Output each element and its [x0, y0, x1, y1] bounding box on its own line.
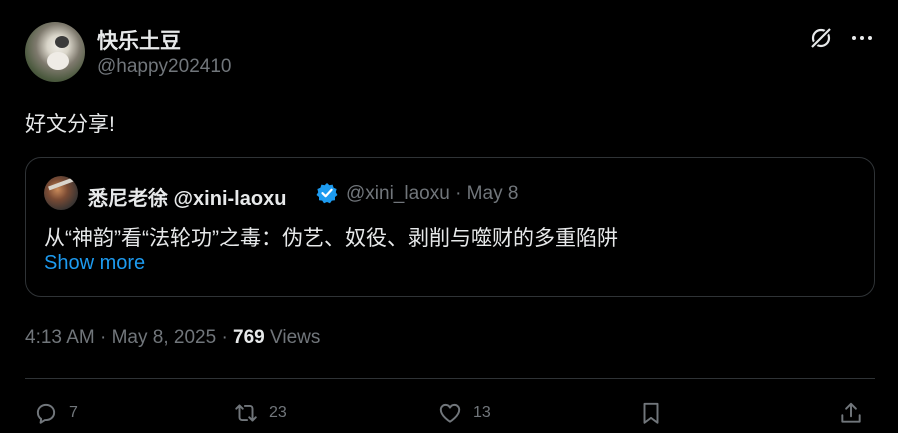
post-timestamp[interactable]: 4:13 AM · May 8, 2025 · [25, 327, 233, 348]
post-text: 好文分享! [25, 113, 115, 136]
share-icon [841, 402, 861, 423]
avatar-detail [47, 52, 69, 70]
divider [25, 378, 875, 379]
post-metadata: 4:13 AM · May 8, 2025 · 769 Views [25, 327, 320, 349]
quoted-post-card[interactable]: 悉尼老徐 @xini-laoxu @xini_laoxu · May 8 从“神… [25, 157, 875, 297]
quoted-handle-date: @xini_laoxu · May 8 [346, 183, 519, 204]
like-count: 13 [473, 404, 491, 421]
reply-icon [36, 403, 56, 424]
reply-count: 7 [69, 404, 78, 421]
verified-badge-icon [316, 183, 338, 204]
repost-count: 23 [269, 404, 287, 421]
more-icon[interactable] [850, 26, 874, 50]
avatar-detail [48, 177, 74, 191]
repost-icon [235, 404, 257, 422]
reply-button[interactable]: 7 [33, 398, 78, 428]
like-button[interactable]: 13 [437, 398, 491, 428]
like-icon [439, 403, 461, 423]
quoted-author-avatar[interactable] [44, 176, 78, 210]
avatar-detail [55, 36, 69, 48]
author-display-name[interactable]: 快乐土豆 [97, 25, 181, 55]
quoted-post-text: 从“神韵”看“法轮功”之毒：伪艺、奴役、剥削与噬财的多重陷阱 [44, 227, 618, 250]
quoted-author-name[interactable]: 悉尼老徐 @xini-laoxu [88, 182, 286, 211]
author-handle[interactable]: @happy202410 [97, 56, 231, 78]
views-count: 769 [233, 327, 265, 348]
repost-button[interactable]: 23 [233, 398, 287, 428]
share-button[interactable] [838, 398, 864, 428]
bookmark-button[interactable] [638, 398, 664, 428]
grok-icon[interactable] [808, 25, 834, 51]
author-avatar[interactable] [25, 22, 85, 82]
views-label: Views [264, 327, 321, 348]
bookmark-icon [643, 402, 659, 424]
show-more-link[interactable]: Show more [44, 252, 145, 275]
